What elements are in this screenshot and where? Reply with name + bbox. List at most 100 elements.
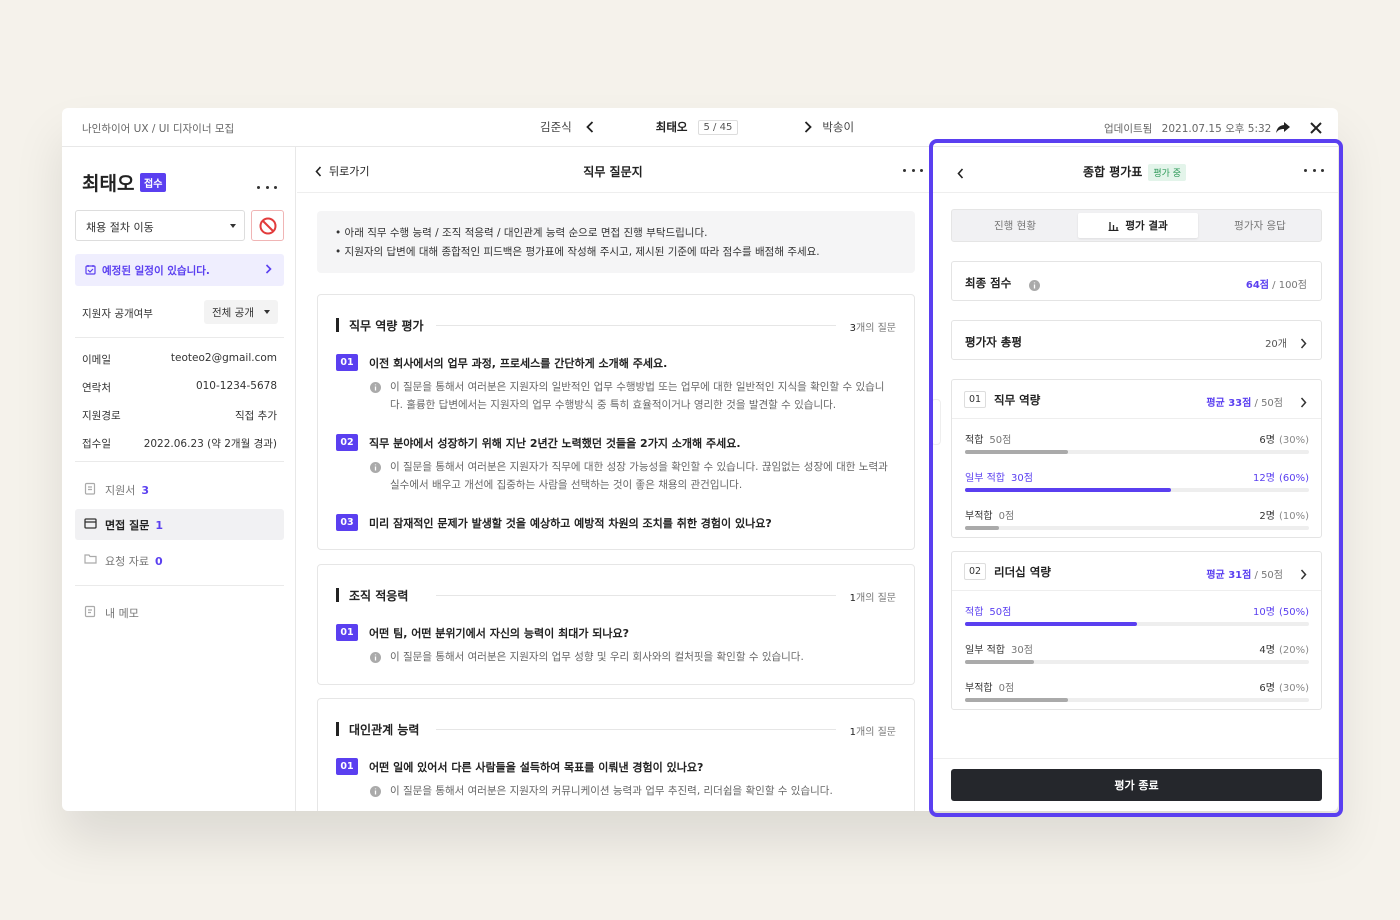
bar-chart-icon (1108, 221, 1119, 231)
evaluation-tabs: 진행 현황 평가 결과 평가자 응답 (951, 209, 1322, 242)
question-section: 조직 적응력 1개의 질문 01 어떤 팀, 어떤 분위기에서 자신의 능력이 … (317, 564, 915, 685)
instruction-line: • 아래 직무 수행 능력 / 조직 적응력 / 대인관계 능력 순으로 면접 … (335, 227, 708, 239)
question-text: 미리 잠재적인 문제가 발생할 것을 예상하고 예방적 차원의 조치를 취한 경… (369, 517, 772, 530)
prev-applicant-name[interactable]: 김준식 (540, 119, 572, 135)
rating-bar-track (965, 488, 1309, 492)
updated-label: 업데이트됨 (1104, 123, 1153, 135)
section-marker (336, 318, 339, 332)
schedule-notice-text: 예정된 일정이 있습니다. (102, 265, 210, 277)
info-applied-date: 접수일 2022.06.23 (약 2개월 경과) (82, 438, 277, 450)
info-source: 지원경로 직접 추가 (82, 410, 277, 422)
visibility-value: 전체 공개 (212, 307, 254, 319)
updated-info: 업데이트됨 2021.07.15 오후 5:32 (1104, 121, 1271, 136)
rating-bar-track (965, 526, 1309, 530)
menu-item-requested-files[interactable]: 요청 자료 0 (75, 545, 284, 576)
section-title: 조직 적응력 (349, 587, 419, 604)
top-bar: 나인하이어 UX / UI 디자이너 모집 김준식 최태오 5 / 45 박송이… (62, 108, 1338, 147)
info-icon (370, 651, 381, 669)
tab-progress[interactable]: 진행 현황 (955, 213, 1075, 238)
chevron-right-icon[interactable] (1300, 565, 1307, 584)
stage-select-value: 채용 절차 이동 (86, 221, 154, 234)
section-count: 3개의 질문 (849, 323, 896, 334)
competency-title: 리더십 역량 (994, 565, 1051, 579)
app-window: 나인하이어 UX / UI 디자이너 모집 김준식 최태오 5 / 45 박송이… (62, 108, 1338, 811)
stage-select[interactable]: 채용 절차 이동 (75, 210, 245, 241)
info-email: 이메일 teoteo2@gmail.com (82, 352, 277, 366)
divider (75, 337, 284, 338)
question-section: 직무 역량 평가 3개의 질문 01 이전 회사에서의 업무 과정, 프로세스를… (317, 294, 915, 550)
competency-number: 02 (964, 563, 987, 580)
instruction-line: • 지원자의 답변에 대해 종합적인 피드백은 평가표에 작성해 주시고, 제시… (335, 246, 820, 258)
question-description: 이 질문을 통해서 여러분은 지원자의 커뮤니케이션 능력과 업무 추진력, 리… (370, 782, 895, 800)
questionnaire-header: 뒤로가기 직무 질문지 (297, 147, 929, 193)
applicant-name: 최태오 (82, 173, 135, 195)
final-score-label: 최종 점수 (965, 276, 1012, 290)
memo-icon (84, 605, 96, 621)
menu-item-my-memo[interactable]: 내 메모 (75, 597, 284, 628)
evaluation-footer: 평가 종료 (931, 758, 1338, 811)
menu-item-application[interactable]: 지원서 3 (75, 474, 284, 505)
caret-down-icon (230, 224, 236, 228)
tab-reviewer-responses[interactable]: 평가자 응답 (1200, 213, 1320, 238)
evaluation-header: 종합 평가표 평가 중 (931, 147, 1338, 193)
divider (75, 461, 284, 462)
current-applicant-name: 최태오 (655, 120, 688, 134)
reviews-summary-card[interactable]: 평가자 총평 20개 (951, 320, 1322, 360)
menu-item-interview-questions[interactable]: 면접 질문 1 (75, 509, 284, 540)
folder-icon (84, 553, 97, 567)
chevron-right-icon (265, 264, 272, 277)
status-badge: 접수 (140, 173, 167, 192)
visibility-label: 지원자 공개여부 (82, 308, 153, 320)
question-description: 이 질문을 통해서 여러분은 지원자가 직무에 대한 성장 가능성을 확인할 수… (370, 458, 895, 494)
section-title: 대인관계 능력 (349, 721, 430, 738)
rating-bar-track (965, 660, 1309, 664)
more-icon[interactable] (903, 163, 923, 177)
rating-bar-track (965, 622, 1309, 626)
more-icon[interactable] (1304, 163, 1324, 177)
caret-down-icon (264, 310, 270, 314)
chevron-right-icon (1300, 334, 1307, 353)
end-evaluation-button[interactable]: 평가 종료 (951, 769, 1322, 801)
section-marker (336, 722, 339, 736)
breadcrumb[interactable]: 나인하이어 UX / UI 디자이너 모집 (82, 121, 234, 136)
questionnaire-title: 직무 질문지 (583, 165, 643, 179)
info-icon[interactable] (1029, 276, 1040, 295)
rating-bar-fill (965, 488, 1172, 492)
instructions-box: • 아래 직무 수행 능력 / 조직 적응력 / 대인관계 능력 순으로 면접 … (317, 211, 915, 273)
close-icon[interactable] (1307, 119, 1325, 137)
status-badge: 평가 중 (1148, 164, 1187, 181)
final-score-value: 64점 / 100점 (1245, 280, 1307, 291)
competency-card: 01 직무 역량 평균 33점 / 50점 적합 50점 6명 (30%) 일부 적… (951, 379, 1322, 538)
reviews-count: 20개 (1265, 339, 1287, 350)
updated-time: 2021.07.15 오후 5:32 (1161, 123, 1272, 135)
competency-title: 직무 역량 (994, 393, 1041, 407)
evaluation-panel: 종합 평가표 평가 중 진행 현황 평가 결과 평가자 응답 최종 점수 64점 … (931, 147, 1338, 811)
info-icon (370, 461, 381, 479)
section-title: 직무 역량 평가 (349, 317, 434, 334)
section-count: 1개의 질문 (849, 727, 896, 738)
rating-bar-fill (965, 698, 1069, 702)
competency-average: 평균 33점 / 50점 (1206, 398, 1283, 409)
final-score-card: 최종 점수 64점 / 100점 (951, 261, 1322, 301)
visibility-select[interactable]: 전체 공개 (204, 300, 278, 324)
rating-bar-fill (965, 526, 1000, 530)
question-section: 대인관계 능력 1개의 질문 01 어떤 일에 있어서 다른 사람들을 설득하여… (317, 698, 915, 811)
next-applicant-name[interactable]: 박송이 (822, 119, 854, 135)
divider (75, 585, 284, 586)
competency-number: 01 (964, 391, 987, 408)
chevron-left-icon[interactable] (582, 119, 598, 135)
schedule-notice[interactable]: 예정된 일정이 있습니다. (75, 254, 284, 286)
document-icon (84, 482, 96, 498)
reject-button[interactable] (251, 210, 284, 241)
rating-bar-fill (965, 660, 1034, 664)
applicant-counter: 5 / 45 (697, 119, 739, 135)
block-icon (259, 217, 276, 234)
share-icon[interactable] (1274, 119, 1292, 137)
section-count: 1개의 질문 (849, 593, 896, 604)
chevron-right-icon[interactable] (800, 119, 816, 135)
info-icon (370, 785, 381, 803)
more-icon[interactable] (257, 180, 277, 194)
tab-results[interactable]: 평가 결과 (1078, 213, 1198, 238)
rating-bar-fill (965, 450, 1069, 454)
chevron-right-icon[interactable] (1300, 393, 1307, 412)
